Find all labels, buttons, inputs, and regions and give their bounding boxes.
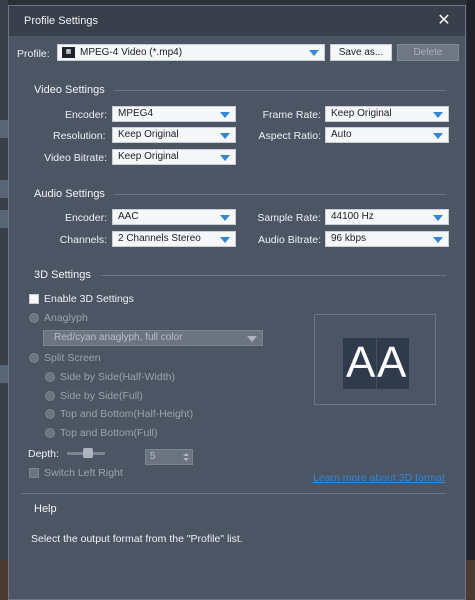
side-by-side-full-radio[interactable] [45, 391, 55, 401]
anaglyph-select[interactable]: Red/cyan anaglyph, full color [43, 330, 263, 346]
chevron-down-icon [433, 133, 443, 139]
3d-preview-image: A A [343, 338, 409, 389]
aspect-ratio-select[interactable]: Auto [325, 127, 449, 143]
chevron-down-icon [433, 215, 443, 221]
top-bottom-full-radio[interactable] [45, 428, 55, 438]
enable-3d-label: Enable 3D Settings [44, 293, 134, 305]
learn-more-3d-link[interactable]: Learn more about 3D format [313, 472, 445, 484]
aspect-ratio-value: Auto [331, 129, 352, 140]
side-by-side-half-label: Side by Side(Half-Width) [60, 371, 175, 383]
chevron-down-icon [220, 112, 230, 118]
split-screen-radio[interactable] [29, 353, 39, 363]
audio-encoder-label: Encoder: [64, 212, 107, 224]
video-encoder-value: MPEG4 [118, 108, 154, 119]
background-app-right [467, 0, 475, 600]
top-bottom-full-label: Top and Bottom(Full) [60, 427, 158, 439]
delete-button[interactable]: Delete [397, 44, 459, 61]
background-strip [0, 365, 8, 383]
split-screen-label: Split Screen [44, 352, 101, 364]
anaglyph-label: Anaglyph [44, 312, 88, 324]
video-settings-heading: Video Settings [34, 84, 105, 96]
depth-stepper[interactable]: 5 [145, 449, 193, 465]
side-by-side-half-radio[interactable] [45, 372, 55, 382]
divider [101, 275, 446, 276]
chevron-down-icon [433, 112, 443, 118]
frame-rate-value: Keep Original [331, 108, 392, 119]
audio-bitrate-label: Audio Bitrate: [257, 234, 321, 246]
divider [21, 493, 446, 494]
aspect-ratio-label: Aspect Ratio: [258, 130, 321, 142]
enable-3d-checkbox[interactable] [29, 294, 39, 304]
video-bitrate-label: Video Bitrate: [44, 152, 107, 164]
title-bar: Profile Settings ✕ [9, 6, 465, 36]
video-format-icon: ▦ [62, 47, 75, 58]
depth-slider-handle[interactable] [83, 448, 93, 458]
3d-settings-heading: 3D Settings [34, 269, 91, 281]
video-encoder-select[interactable]: MPEG4 [112, 106, 236, 122]
profile-select[interactable]: ▦ MPEG-4 Video (*.mp4) [57, 44, 325, 61]
video-bitrate-value: Keep Original [118, 151, 179, 162]
background-app-left [0, 0, 8, 600]
3d-preview: A A [314, 314, 436, 405]
help-text: Select the output format from the "Profi… [31, 533, 243, 545]
preview-letter-right: A [377, 338, 407, 387]
background-strip [0, 180, 8, 198]
chevron-down-icon [309, 50, 319, 56]
audio-settings-heading: Audio Settings [34, 188, 105, 200]
top-bottom-half-label: Top and Bottom(Half-Height) [60, 408, 194, 420]
resolution-value: Keep Original [118, 129, 179, 140]
chevron-down-icon [220, 155, 230, 161]
chevron-down-icon [220, 133, 230, 139]
chevron-down-icon [433, 237, 443, 243]
arrow-down-icon[interactable] [183, 458, 189, 461]
sample-rate-select[interactable]: 44100 Hz [325, 209, 449, 225]
dialog-title: Profile Settings [24, 15, 98, 27]
video-bitrate-select[interactable]: Keep Original [112, 149, 236, 165]
arrow-up-icon[interactable] [183, 453, 189, 456]
audio-encoder-value: AAC [118, 211, 139, 222]
channels-value: 2 Channels Stereo [118, 233, 201, 244]
frame-rate-select[interactable]: Keep Original [325, 106, 449, 122]
profile-settings-dialog: Profile Settings ✕ Profile: ▦ MPEG-4 Vid… [8, 5, 466, 600]
chevron-down-icon [220, 237, 230, 243]
profile-value: MPEG-4 Video (*.mp4) [80, 47, 183, 58]
switch-left-right-checkbox[interactable] [29, 468, 39, 478]
top-bottom-half-radio[interactable] [45, 409, 55, 419]
resolution-select[interactable]: Keep Original [112, 127, 236, 143]
sample-rate-value: 44100 Hz [331, 211, 374, 222]
sample-rate-label: Sample Rate: [257, 212, 321, 224]
anaglyph-radio[interactable] [29, 313, 39, 323]
preview-letter-left: A [346, 338, 376, 387]
depth-label: Depth: [28, 448, 59, 460]
save-as-button[interactable]: Save as... [330, 44, 392, 61]
divider [114, 194, 446, 195]
background-strip [0, 120, 8, 138]
channels-select[interactable]: 2 Channels Stereo [112, 231, 236, 247]
video-encoder-label: Encoder: [64, 109, 107, 121]
channels-label: Channels: [59, 234, 107, 246]
background-strip [0, 210, 8, 228]
chevron-down-icon [220, 215, 230, 221]
profile-label: Profile: [17, 48, 50, 60]
chevron-down-icon [247, 336, 257, 342]
close-icon[interactable]: ✕ [435, 12, 453, 30]
depth-value: 5 [150, 451, 156, 462]
divider [114, 90, 446, 91]
help-heading: Help [34, 503, 57, 515]
anaglyph-value: Red/cyan anaglyph, full color [54, 332, 183, 343]
audio-encoder-select[interactable]: AAC [112, 209, 236, 225]
switch-left-right-label: Switch Left Right [44, 467, 123, 479]
side-by-side-full-label: Side by Side(Full) [60, 390, 143, 402]
audio-bitrate-select[interactable]: 96 kbps [325, 231, 449, 247]
audio-bitrate-value: 96 kbps [331, 233, 367, 244]
frame-rate-label: Frame Rate: [262, 109, 321, 121]
